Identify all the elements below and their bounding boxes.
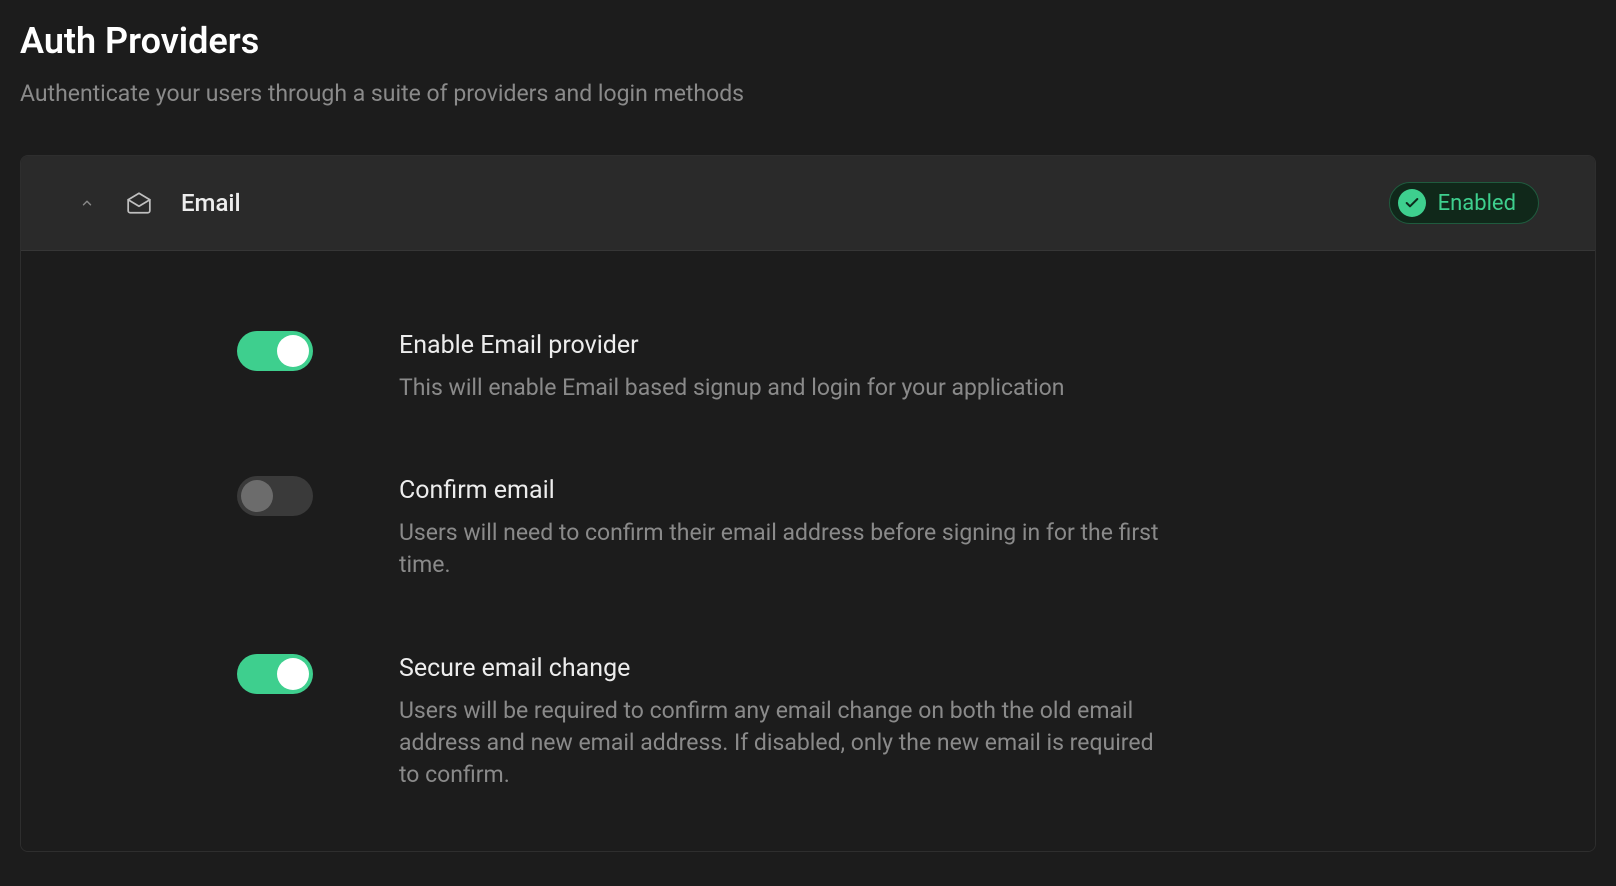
setting-secure-email-change: Secure email change Users will be requir… bbox=[77, 654, 1539, 792]
page-subtitle: Authenticate your users through a suite … bbox=[20, 80, 1596, 107]
check-icon bbox=[1398, 189, 1426, 217]
setting-desc: Users will need to confirm their email a… bbox=[399, 517, 1177, 581]
toggle-confirm-email[interactable] bbox=[237, 476, 313, 516]
status-badge: Enabled bbox=[1389, 182, 1539, 224]
toggle-enable-email[interactable] bbox=[237, 331, 313, 371]
provider-body: Enable Email provider This will enable E… bbox=[21, 251, 1595, 851]
toggle-secure-email-change[interactable] bbox=[237, 654, 313, 694]
setting-title: Enable Email provider bbox=[399, 331, 1177, 360]
setting-title: Secure email change bbox=[399, 654, 1177, 683]
status-text: Enabled bbox=[1438, 191, 1516, 216]
provider-header[interactable]: Email Enabled bbox=[21, 156, 1595, 251]
setting-desc: Users will be required to confirm any em… bbox=[399, 695, 1177, 792]
toggle-thumb bbox=[277, 658, 309, 690]
setting-enable-email: Enable Email provider This will enable E… bbox=[77, 331, 1539, 404]
toggle-thumb bbox=[241, 480, 273, 512]
chevron-up-icon bbox=[77, 193, 97, 213]
setting-title: Confirm email bbox=[399, 476, 1177, 505]
envelope-icon bbox=[125, 189, 153, 217]
setting-confirm-email: Confirm email Users will need to confirm… bbox=[77, 476, 1539, 581]
setting-desc: This will enable Email based signup and … bbox=[399, 372, 1177, 404]
toggle-thumb bbox=[277, 335, 309, 367]
provider-panel: Email Enabled Enable Email provider This… bbox=[20, 155, 1596, 852]
provider-name: Email bbox=[181, 189, 241, 217]
page-title: Auth Providers bbox=[20, 20, 1596, 62]
